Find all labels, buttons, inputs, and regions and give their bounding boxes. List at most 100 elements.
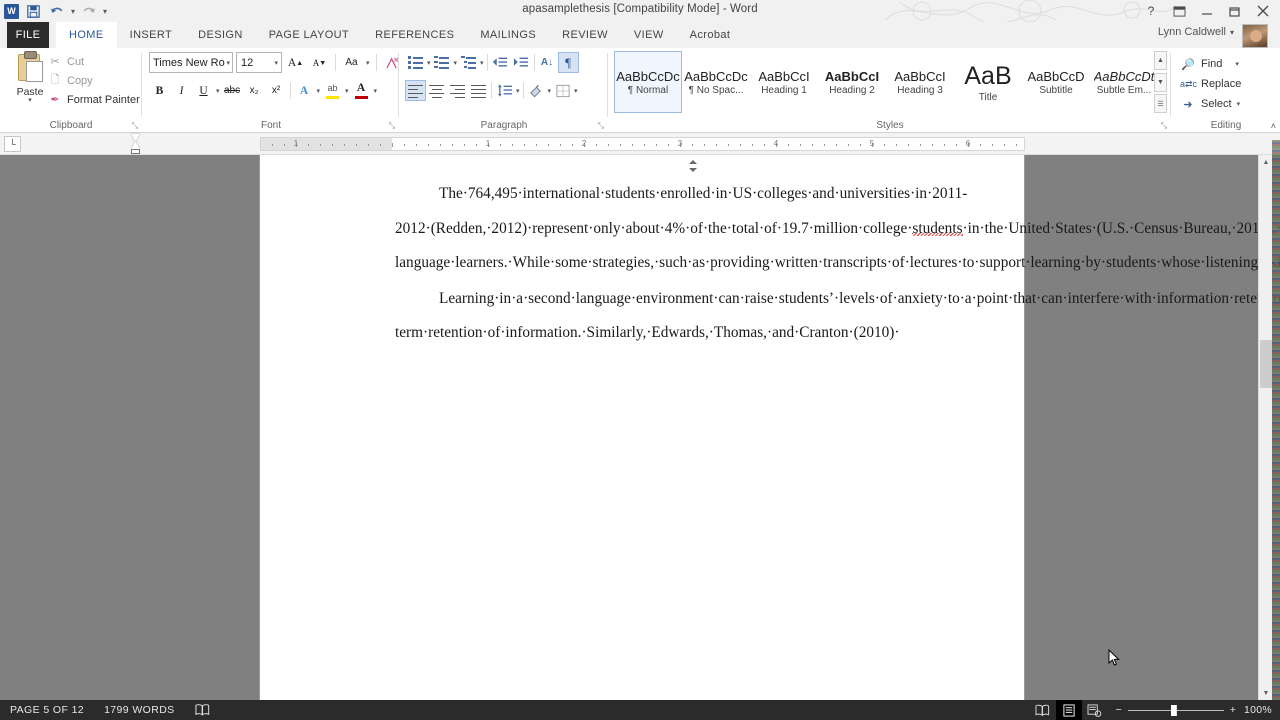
borders-button[interactable] — [552, 80, 573, 101]
font-color-button[interactable]: A — [351, 80, 372, 101]
avatar[interactable] — [1242, 24, 1268, 48]
find-button[interactable]: 🔎 Find ▾ — [1180, 54, 1276, 74]
style-item-normal[interactable]: AaBbCcDc ¶ Normal — [614, 51, 682, 113]
document-text[interactable]: The·764,495·international·students·enrol… — [395, 177, 1280, 351]
scroll-up-arrow-icon[interactable]: ▲ — [1259, 155, 1273, 169]
font-color-dropdown-icon[interactable]: ▾ — [373, 87, 379, 95]
zoom-thumb[interactable] — [1170, 704, 1176, 716]
line-spacing-button[interactable] — [494, 80, 515, 101]
zoom-track[interactable] — [1127, 704, 1224, 716]
zoom-slider[interactable]: − + — [1108, 704, 1244, 716]
decrease-indent-button[interactable] — [490, 52, 511, 73]
style-item-no-spac[interactable]: AaBbCcDc ¶ No Spac... — [682, 51, 750, 113]
underline-dropdown-icon[interactable]: ▾ — [215, 87, 221, 95]
zoom-out-button[interactable]: − — [1116, 704, 1122, 716]
bullets-button[interactable] — [405, 52, 426, 73]
tab-view[interactable]: VIEW — [621, 22, 677, 48]
scrollbar-thumb[interactable] — [1260, 340, 1272, 388]
tab-mailings[interactable]: MAILINGS — [467, 22, 549, 48]
line-spacing-dropdown-icon[interactable]: ▾ — [515, 87, 521, 95]
zoom-in-button[interactable]: + — [1230, 704, 1236, 716]
styles-dialog-launcher[interactable]: ⤡ — [1159, 121, 1169, 131]
cut-button[interactable]: ✂ Cut — [44, 52, 140, 71]
document-paragraph[interactable]: Learning·in·a·second·language·environmen… — [395, 282, 1280, 351]
paragraph-dialog-launcher[interactable]: ⤡ — [596, 121, 606, 131]
borders-dropdown-icon[interactable]: ▾ — [573, 87, 579, 95]
italic-button[interactable]: I — [171, 80, 192, 101]
view-read-mode-button[interactable] — [1030, 700, 1056, 720]
multilevel-list-button[interactable] — [458, 52, 479, 73]
tab-stop-selector[interactable]: └ — [4, 136, 21, 152]
format-painter-button[interactable]: ✒ Format Painter — [44, 90, 140, 109]
scroll-down-arrow-icon[interactable]: ▼ — [1259, 686, 1273, 700]
tab-file[interactable]: FILE — [7, 22, 49, 48]
subscript-button[interactable]: x₂ — [244, 80, 265, 101]
select-dropdown-icon[interactable]: ▾ — [1237, 100, 1241, 108]
underline-button[interactable]: U — [193, 80, 214, 101]
account-dropdown-icon[interactable]: ▾ — [1230, 28, 1234, 37]
tab-references[interactable]: REFERENCES — [362, 22, 467, 48]
align-center-button[interactable] — [426, 80, 447, 101]
vertical-scrollbar[interactable]: ▲ ▼ — [1258, 155, 1272, 700]
style-item-subtitle[interactable]: AaBbCcD Subtitle — [1022, 51, 1090, 113]
find-dropdown-icon[interactable]: ▾ — [1235, 60, 1239, 68]
clipboard-dialog-launcher[interactable]: ⤡ — [130, 121, 140, 131]
align-left-button[interactable] — [405, 80, 426, 101]
grow-font-button[interactable]: A ▲ — [285, 52, 306, 73]
page-indicator[interactable]: PAGE 5 OF 12 — [0, 704, 94, 716]
change-case-dropdown-icon[interactable]: ▾ — [365, 59, 371, 67]
close-icon[interactable] — [1250, 1, 1276, 21]
word-count[interactable]: 1799 WORDS — [94, 704, 185, 716]
multilevel-list-dropdown-icon[interactable]: ▾ — [479, 59, 485, 67]
document-page[interactable]: The·764,495·international·students·enrol… — [260, 155, 1280, 700]
font-size-dropdown-icon[interactable]: ▾ — [274, 59, 278, 67]
tab-insert[interactable]: INSERT — [117, 22, 186, 48]
tab-review[interactable]: REVIEW — [549, 22, 621, 48]
document-canvas[interactable]: The·764,495·international·students·enrol… — [0, 155, 1280, 700]
strikethrough-button[interactable]: abc — [222, 80, 243, 101]
shrink-font-button[interactable]: A ▼ — [309, 52, 330, 73]
font-name-input[interactable]: Times New Ro ▾ — [149, 52, 233, 73]
first-line-indent-marker[interactable] — [131, 134, 140, 141]
text-effects-dropdown-icon[interactable]: ▾ — [316, 87, 322, 95]
view-print-layout-button[interactable] — [1055, 700, 1082, 720]
style-item-heading-3[interactable]: AaBbCcI Heading 3 — [886, 51, 954, 113]
horizontal-ruler[interactable]: 1 1 2 3 4 5 6 — [260, 137, 1025, 151]
bold-button[interactable]: B — [149, 80, 170, 101]
sort-button[interactable]: A↓ — [537, 52, 558, 73]
view-web-layout-button[interactable] — [1082, 700, 1108, 720]
hanging-indent-marker[interactable] — [131, 142, 140, 149]
tab-acrobat[interactable]: Acrobat — [677, 22, 744, 48]
copy-button[interactable]: 🗋 Copy — [44, 71, 140, 90]
shading-button[interactable] — [526, 80, 547, 101]
tab-page-layout[interactable]: PAGE LAYOUT — [256, 22, 362, 48]
tab-design[interactable]: DESIGN — [185, 22, 256, 48]
justify-button[interactable] — [468, 80, 489, 101]
margin-adjust-handle[interactable] — [686, 160, 700, 172]
show-formatting-marks-button[interactable]: ¶ — [557, 52, 579, 73]
style-item-heading-2[interactable]: AaBbCcI Heading 2 — [818, 51, 886, 113]
ribbon-display-options-icon[interactable] — [1166, 1, 1192, 21]
numbering-button[interactable] — [432, 52, 453, 73]
style-item-heading-1[interactable]: AaBbCcI Heading 1 — [750, 51, 818, 113]
font-name-dropdown-icon[interactable]: ▾ — [226, 59, 230, 67]
zoom-level[interactable]: 100% — [1244, 704, 1280, 716]
superscript-button[interactable]: x² — [266, 80, 287, 101]
text-effects-button[interactable]: A — [294, 80, 315, 101]
highlight-dropdown-icon[interactable]: ▾ — [344, 87, 350, 95]
left-indent-marker[interactable] — [131, 149, 140, 154]
font-dialog-launcher[interactable]: ⤡ — [387, 121, 397, 131]
document-paragraph[interactable]: The·764,495·international·students·enrol… — [395, 177, 1280, 282]
account-name[interactable]: Lynn Caldwell ▾ — [1158, 26, 1234, 38]
font-size-input[interactable]: 12 ▾ — [236, 52, 282, 73]
select-button[interactable]: ➜ Select ▾ — [1180, 94, 1276, 114]
text-highlight-button[interactable]: ab — [322, 80, 343, 101]
tab-home[interactable]: HOME — [56, 22, 117, 48]
change-case-button[interactable]: Aa — [341, 52, 362, 73]
proofing-status-icon[interactable] — [185, 703, 220, 717]
align-right-button[interactable] — [447, 80, 468, 101]
increase-indent-button[interactable] — [511, 52, 532, 73]
styles-more-button[interactable]: ☰ — [1154, 94, 1167, 113]
styles-scroll-down-button[interactable]: ▼ — [1154, 72, 1167, 92]
replace-button[interactable]: a⇄c Replace — [1180, 74, 1276, 94]
